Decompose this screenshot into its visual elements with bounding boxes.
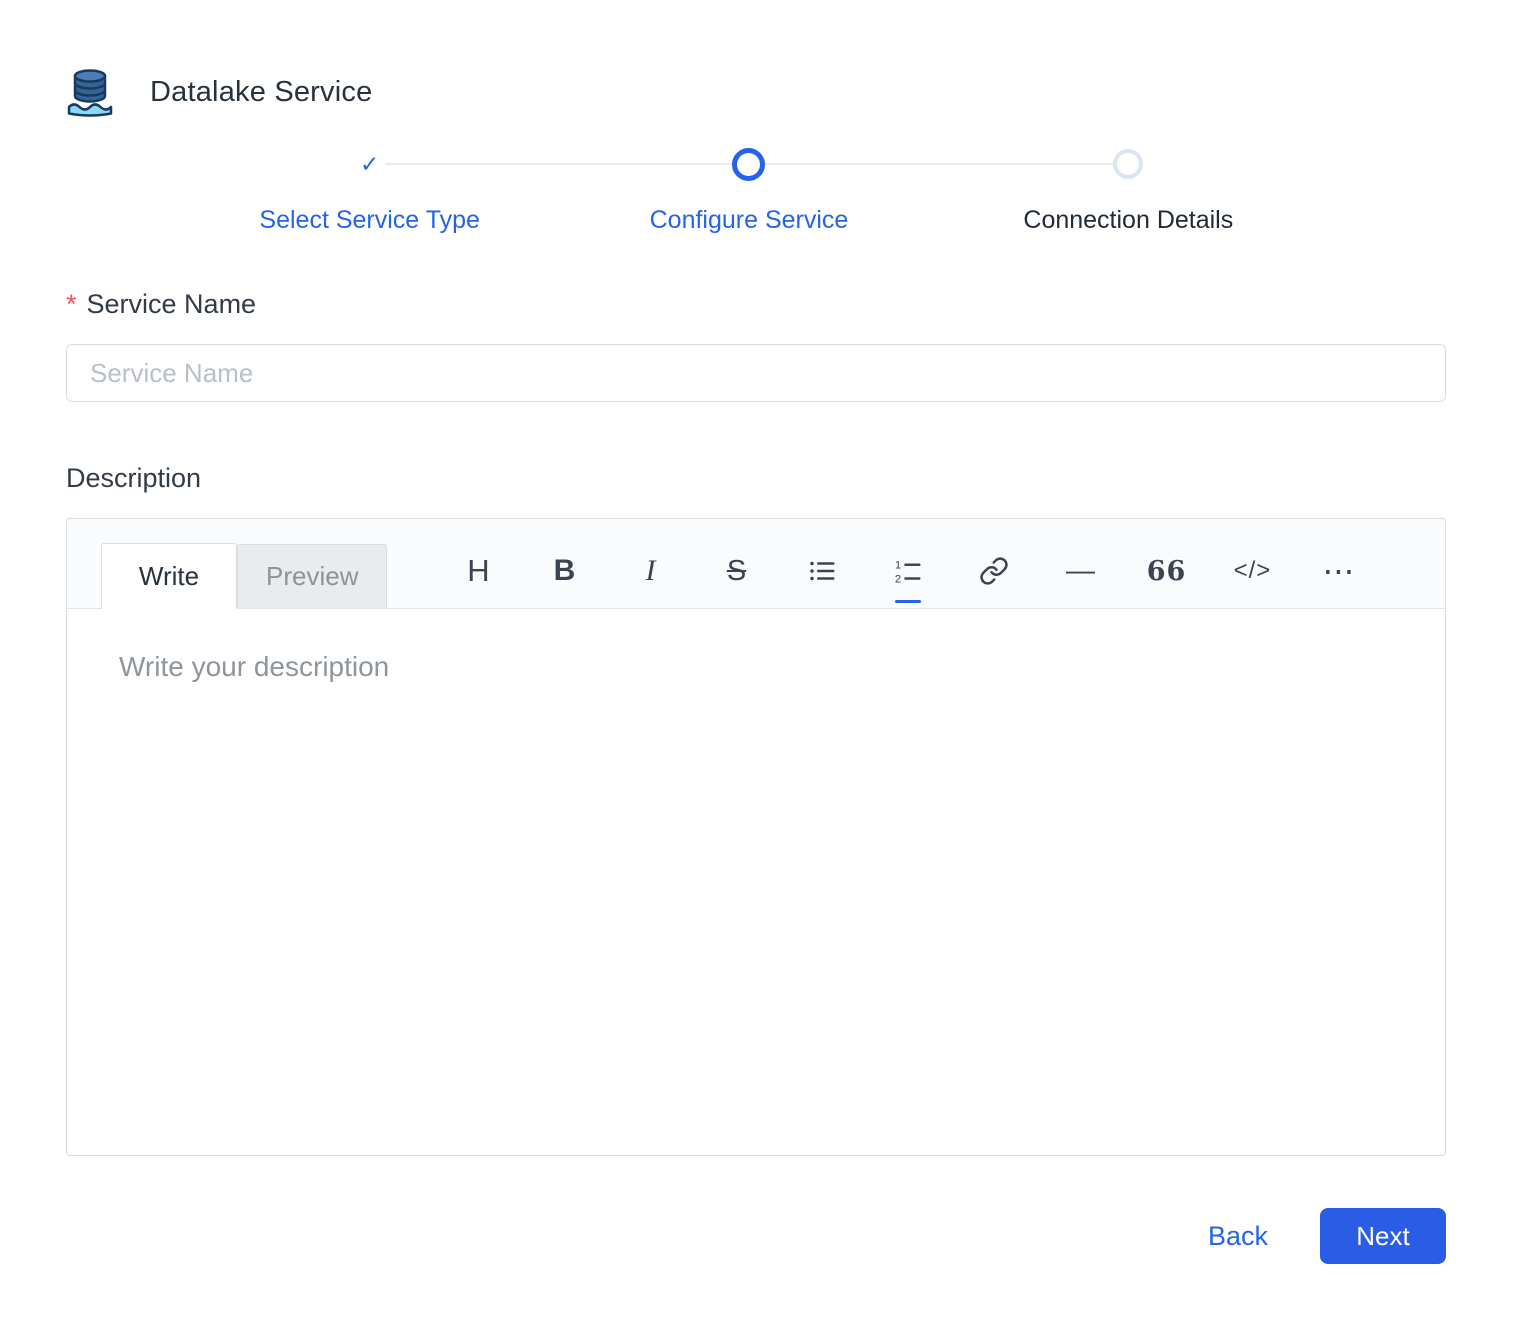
service-name-field: * Service Name [66, 288, 1446, 402]
link-icon [979, 556, 1009, 586]
numbered-list-button[interactable]: 1 2 [889, 549, 927, 603]
link-button[interactable] [975, 549, 1013, 593]
service-name-label-text: Service Name [86, 289, 257, 319]
bulleted-list-button[interactable] [803, 549, 841, 593]
strikethrough-button[interactable]: S [717, 549, 755, 593]
step-pending-indicator [1113, 149, 1144, 179]
page-title: Datalake Service [150, 75, 373, 108]
description-field: Description Write Preview H B I S 1 2 — … [66, 462, 1446, 1156]
bulleted-list-icon [807, 556, 837, 586]
datalake-icon [66, 66, 114, 118]
editor-tabs: Write Preview [101, 543, 388, 609]
service-name-input[interactable] [66, 344, 1446, 402]
code-button[interactable]: </> [1233, 549, 1271, 593]
step-label-select-service-type: Select Service Type [259, 206, 480, 234]
editor-toolbar: Write Preview H B I S 1 2 — 66 </> ⋯ [67, 519, 1445, 609]
service-name-label: * Service Name [66, 288, 1446, 320]
stepper: ✓ Select Service Type Configure Service … [180, 147, 1318, 235]
step2-indicator-wrap [732, 147, 766, 181]
tab-preview[interactable]: Preview [237, 544, 388, 608]
italic-button[interactable]: I [631, 549, 669, 593]
step1-indicator-wrap: ✓ [354, 147, 385, 181]
back-button[interactable]: Back [1202, 1211, 1274, 1262]
description-editor-area[interactable]: Write your description [67, 609, 1445, 1155]
next-button[interactable]: Next [1320, 1208, 1446, 1264]
markdown-editor: Write Preview H B I S 1 2 — 66 </> ⋯ Wri… [66, 518, 1446, 1156]
description-placeholder: Write your description [119, 651, 390, 682]
required-asterisk: * [66, 289, 77, 319]
page-header: Datalake Service [66, 66, 372, 118]
formatting-tools: H B I S 1 2 — 66 </> ⋯ [459, 542, 1357, 608]
create-service-wizard: Datalake Service ✓ Select Service Type C… [0, 0, 1516, 1334]
svg-text:2: 2 [895, 573, 901, 585]
check-icon: ✓ [360, 150, 380, 177]
wizard-footer: Back Next [1202, 1208, 1446, 1264]
step-active-indicator [732, 147, 766, 181]
step-label-connection-details: Connection Details [1023, 206, 1234, 234]
step-label-configure-service: Configure Service [649, 206, 849, 234]
step-select-service-type: ✓ Select Service Type [180, 147, 559, 235]
step-completed-indicator: ✓ [354, 149, 385, 179]
more-options-button[interactable]: ⋯ [1319, 549, 1357, 593]
horizontal-rule-button[interactable]: — [1061, 549, 1099, 593]
svg-text:1: 1 [895, 560, 901, 572]
step-configure-service: Configure Service [559, 147, 938, 235]
heading-button[interactable]: H [459, 549, 497, 593]
description-label: Description [66, 463, 202, 493]
tab-write[interactable]: Write [101, 543, 237, 609]
step3-indicator-wrap [1113, 147, 1144, 181]
bold-button[interactable]: B [545, 549, 583, 593]
quote-button[interactable]: 66 [1147, 549, 1186, 593]
numbered-list-icon: 1 2 [893, 556, 923, 586]
step-connection-details: Connection Details [939, 147, 1318, 235]
